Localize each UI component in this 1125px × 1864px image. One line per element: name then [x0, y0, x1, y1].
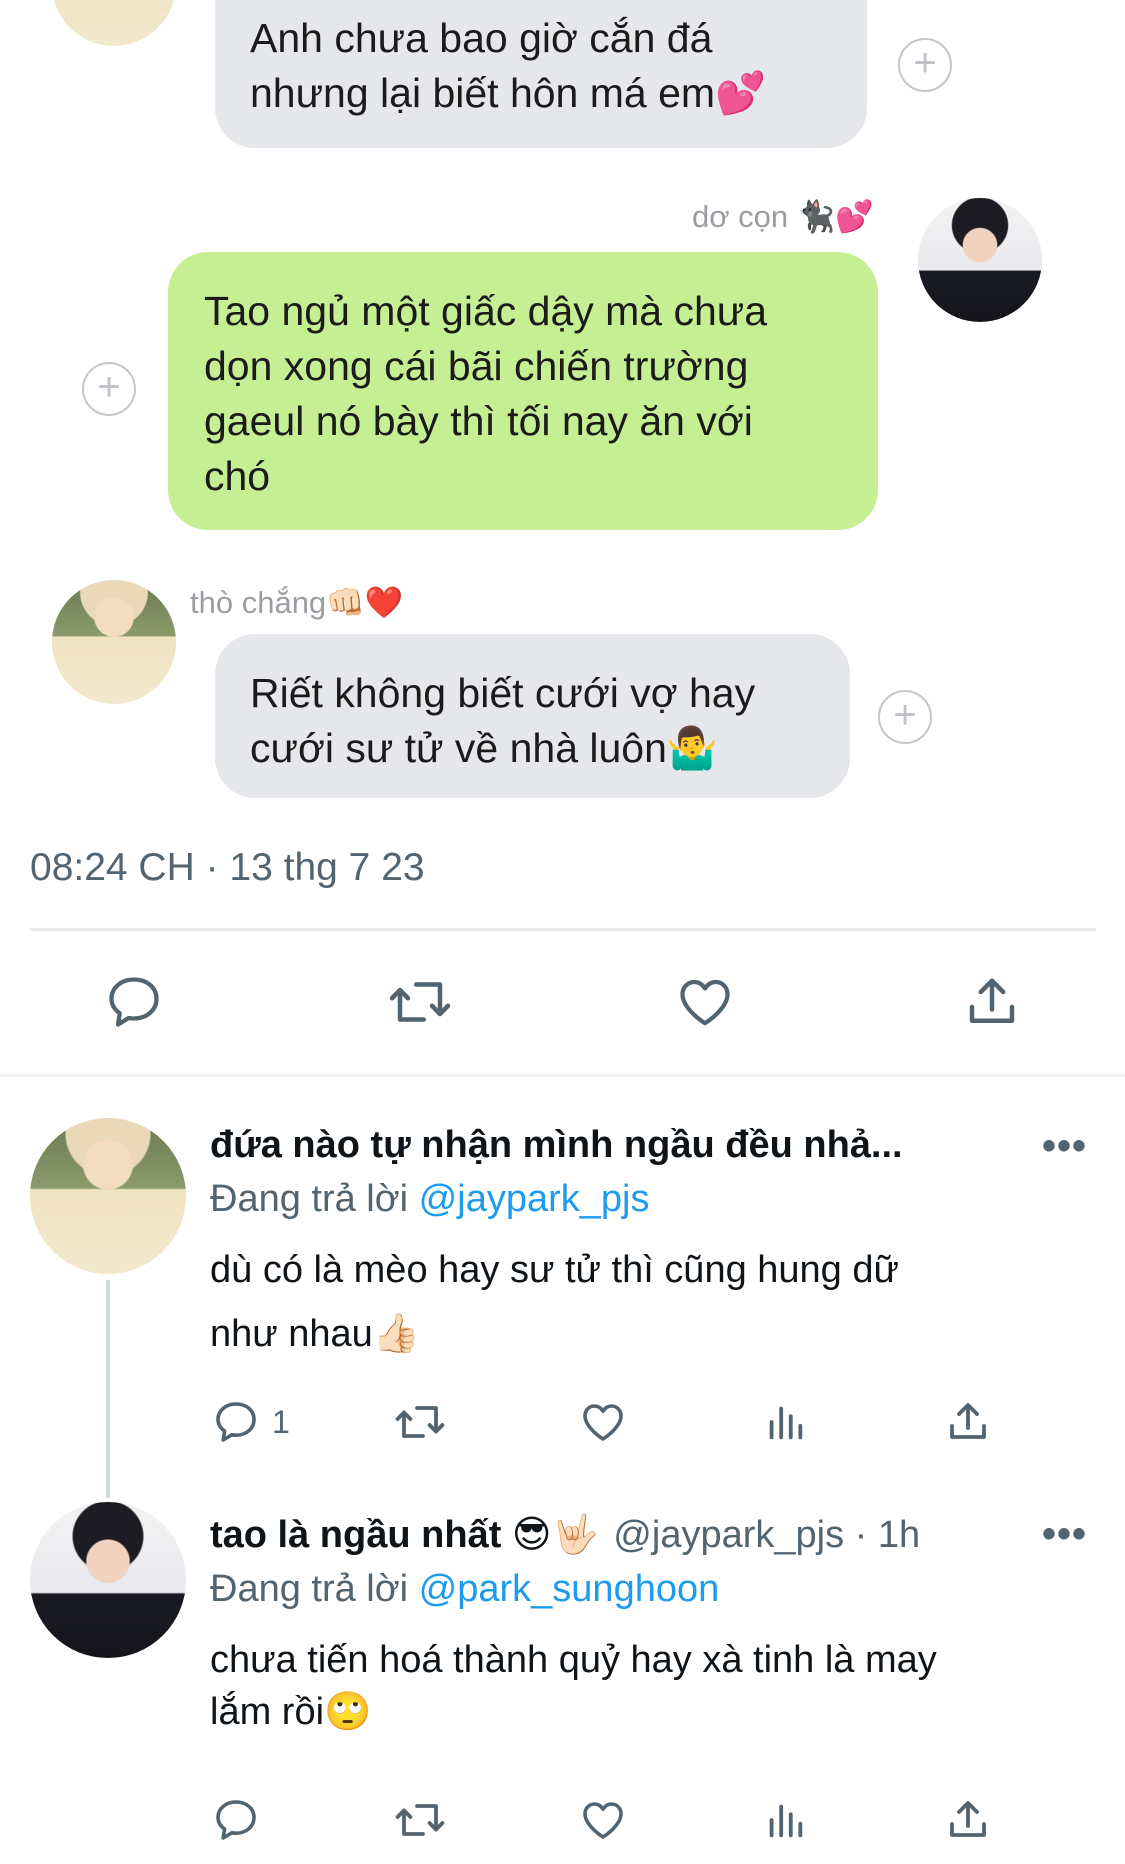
tweet-timestamp: 08:24 CH · 13 thg 7 23 — [30, 846, 425, 889]
chat-line: Riết không biết cưới vợ hay — [250, 670, 756, 716]
reply-count: 1 — [272, 1404, 290, 1440]
reply-icon[interactable] — [104, 972, 164, 1032]
replying-prefix: Đang trả lời — [210, 1178, 409, 1220]
reply-icon[interactable] — [212, 1398, 260, 1446]
reply-author-name[interactable]: đứa nào tự nhận mình ngầu đều nhả... — [210, 1124, 1010, 1167]
reply-text: dù có là mèo hay sư tử thì cũng hung dữ … — [210, 1238, 1090, 1366]
chat-message-text: Riết không biết cưới vợ hay cưới sư tử v… — [250, 666, 840, 776]
chat-line: Tao ngủ một giấc dậy mà chưa — [204, 288, 768, 334]
share-icon[interactable] — [944, 1796, 992, 1844]
reply-author-name[interactable]: tao là ngầu nhất 😎🤟🏻 — [210, 1514, 599, 1556]
more-icon[interactable]: ••• — [1042, 1124, 1087, 1169]
replying-to: Đang trả lời @park_sunghoon — [210, 1568, 719, 1611]
share-icon[interactable] — [944, 1398, 992, 1446]
chat-line: cưới sư tử về nhà luôn🤷‍♂️ — [250, 725, 718, 771]
plus-icon[interactable]: + — [878, 690, 932, 744]
reply-line: dù có là mèo hay sư tử thì cũng hung dữ — [210, 1249, 899, 1291]
like-icon[interactable] — [674, 972, 736, 1032]
reply-handle-time[interactable]: @jaypark_pjs · 1h — [613, 1514, 920, 1556]
reply-line: lắm rồi🙄 — [210, 1691, 372, 1733]
replying-prefix: Đang trả lời — [210, 1568, 409, 1610]
chat-message-text: Tao ngủ một giấc dậy mà chưa dọn xong cá… — [204, 284, 864, 504]
replying-to-link[interactable]: @park_sunghoon — [419, 1568, 720, 1610]
avatar — [918, 198, 1042, 322]
like-icon[interactable] — [578, 1796, 628, 1844]
thread-line — [106, 1280, 110, 1498]
reply-line: chưa tiến hoá thành quỷ hay xà tinh là m… — [210, 1639, 937, 1681]
like-icon[interactable] — [578, 1398, 628, 1446]
more-icon[interactable]: ••• — [1042, 1512, 1087, 1557]
plus-icon[interactable]: + — [898, 38, 952, 92]
chat-line: nhưng lại biết hôn má em💕 — [250, 70, 767, 116]
reply-line: như nhau👍🏻 — [210, 1313, 421, 1355]
chat-line: gaeul nó bày thì tối nay ăn với — [204, 398, 753, 444]
sender-name: dơ cọn 🐈‍⬛💕 — [692, 199, 874, 234]
chat-line: Anh chưa bao giờ cắn đá — [250, 15, 713, 61]
retweet-icon[interactable] — [392, 1398, 448, 1446]
avatar — [52, 0, 176, 46]
share-icon[interactable] — [962, 972, 1022, 1032]
divider — [30, 928, 1096, 931]
chat-message-text: Anh chưa bao giờ cắn đá nhưng lại biết h… — [250, 14, 850, 117]
avatar[interactable] — [30, 1118, 186, 1274]
sender-name: thò chắng👊🏻❤️ — [190, 585, 404, 620]
views-icon[interactable] — [762, 1796, 808, 1844]
chat-line: chó — [204, 453, 271, 499]
reply-icon[interactable] — [212, 1796, 260, 1844]
avatar[interactable] — [30, 1502, 186, 1658]
avatar — [52, 580, 176, 704]
views-icon[interactable] — [762, 1398, 808, 1446]
reply-header: tao là ngầu nhất 😎🤟🏻 @jaypark_pjs · 1h — [210, 1512, 920, 1557]
section-divider — [0, 1074, 1125, 1077]
reply-text: chưa tiến hoá thành quỷ hay xà tinh là m… — [210, 1634, 1090, 1738]
chat-line: dọn xong cái bãi chiến trường — [204, 343, 749, 389]
replying-to-link[interactable]: @jaypark_pjs — [419, 1178, 650, 1220]
retweet-icon[interactable] — [392, 1796, 448, 1844]
retweet-icon[interactable] — [386, 972, 454, 1032]
plus-icon[interactable]: + — [82, 362, 136, 416]
replying-to: Đang trả lời @jaypark_pjs — [210, 1178, 649, 1221]
